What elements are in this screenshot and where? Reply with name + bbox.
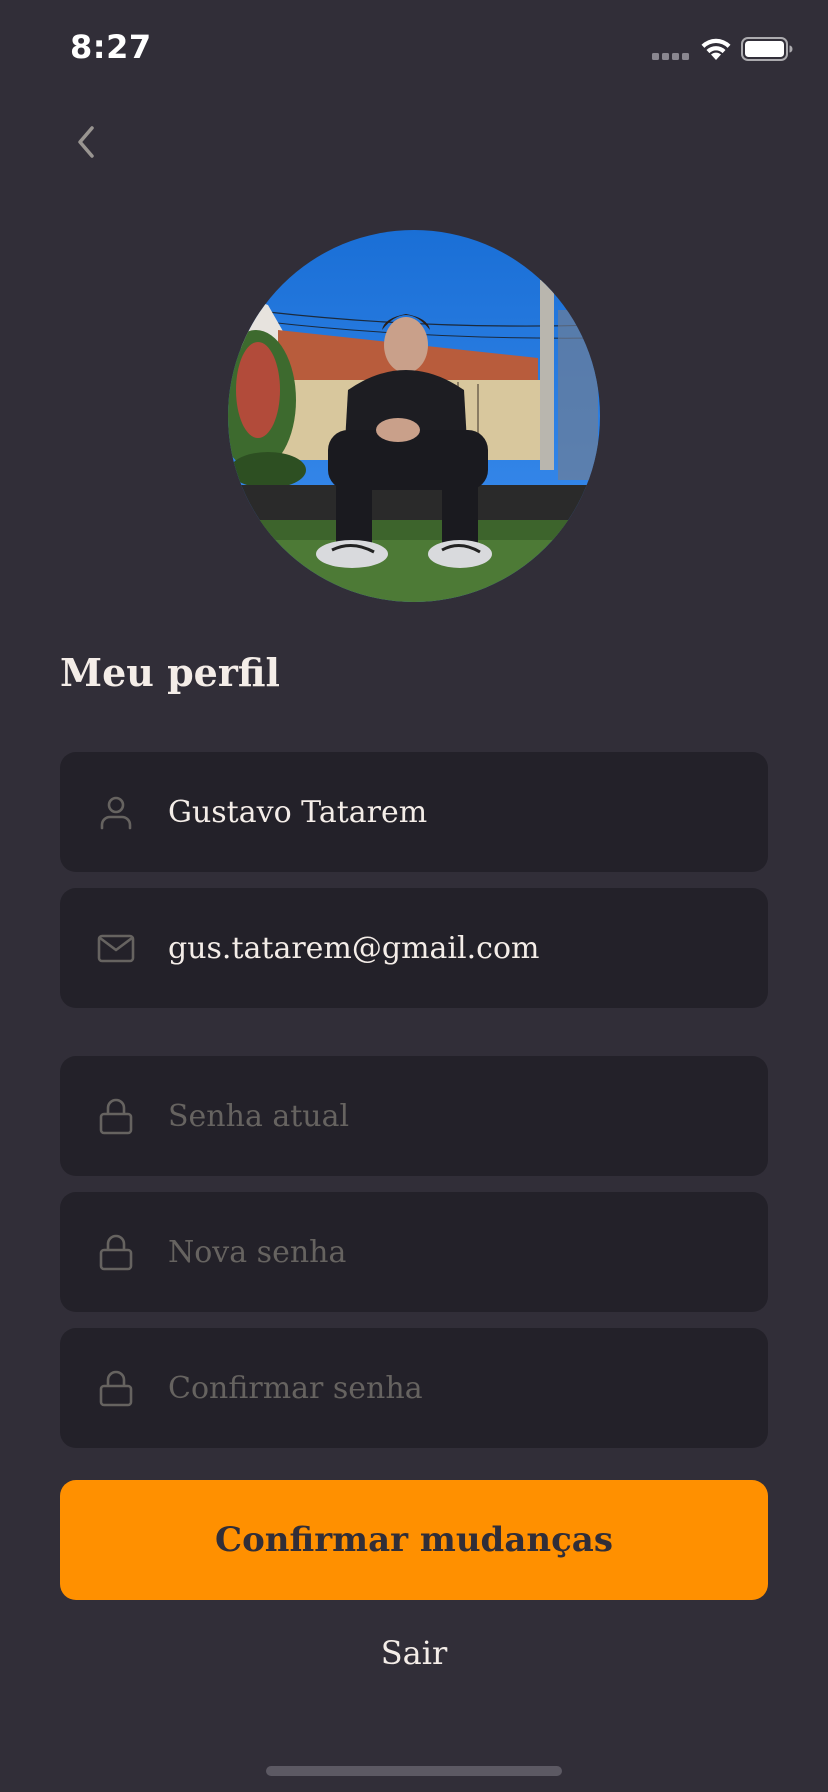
lock-icon [99,1098,133,1135]
chevron-left-icon [78,126,94,158]
status-time: 8:27 [70,28,152,66]
avatar-photo [228,230,600,602]
lock-icon [99,1370,133,1407]
page-title: Meu perfil [60,650,280,695]
current-password-field[interactable] [60,1056,768,1176]
logout-link[interactable]: Sair [0,1634,828,1672]
email-input[interactable] [168,888,744,1008]
mail-icon [97,934,135,963]
confirm-password-field[interactable] [60,1328,768,1448]
user-icon [100,796,132,830]
lock-icon [99,1234,133,1271]
home-indicator[interactable] [266,1766,562,1776]
confirm-password-input[interactable] [168,1328,744,1448]
battery-icon [741,37,793,61]
new-password-field[interactable] [60,1192,768,1312]
new-password-input[interactable] [168,1192,744,1312]
confirm-changes-button[interactable]: Confirmar mudanças [60,1480,768,1600]
back-button[interactable] [60,116,112,168]
status-bar: 8:27 [0,0,828,100]
wifi-icon [701,38,731,60]
cellular-signal-icon [652,53,689,60]
email-field[interactable] [60,888,768,1008]
avatar[interactable] [228,230,600,602]
name-field[interactable] [60,752,768,872]
current-password-input[interactable] [168,1056,744,1176]
name-input[interactable] [168,752,744,872]
